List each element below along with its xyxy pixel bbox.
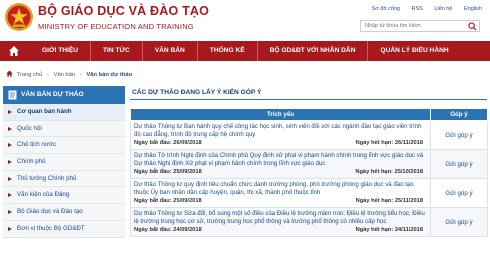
arrow-right-icon (8, 143, 12, 148)
breadcrumb-home[interactable]: Trang chủ (17, 72, 43, 78)
breadcrumb: Trang chủ › Văn bản › Văn bản dự thảo (6, 70, 132, 78)
section-title: CÁC DỰ THẢO ĐANG LẤY Ý KIẾN GÓP Ý (130, 86, 487, 100)
breadcrumb-van-ban[interactable]: Văn bản (54, 72, 76, 78)
sidebar-item-thu-tuong[interactable]: Thủ tướng Chính phủ (3, 170, 125, 188)
nav-item-thong-ke[interactable]: THỐNG KÊ (196, 41, 257, 61)
sidebar-item-label: Đơn vị thuộc Bộ GD&ĐT (17, 224, 85, 232)
contact-link[interactable]: Liên hệ (434, 6, 452, 12)
sidebar-item-chu-tich-nuoc[interactable]: Chủ tịch nước (3, 137, 125, 155)
sidebar-item-co-quan-ban-hanh[interactable]: Cơ quan ban hành (3, 104, 125, 121)
submit-comment-link[interactable]: Gửi góp ý (445, 219, 472, 226)
table-row: Dự thảo Thông tư quy định tiêu chuẩn chứ… (130, 178, 488, 208)
nav-item-tin-tuc[interactable]: TIN TỨC (90, 41, 142, 61)
sidebar: VĂN BẢN DỰ THẢO Cơ quan ban hành Quốc hộ… (3, 86, 125, 254)
arrow-right-icon (8, 226, 12, 231)
main-content: CÁC DỰ THẢO ĐANG LẤY Ý KIẾN GÓP Ý Trích … (130, 86, 488, 254)
end-date: Ngày hết hạn: 24/11/2018 (355, 227, 423, 233)
sidebar-item-label: Cơ quan ban hành (17, 108, 72, 115)
sidebar-item-label: Văn kiện của Đảng (17, 191, 70, 199)
nav-item-quan-ly-dieu-hanh[interactable]: QUẢN LÝ ĐIỀU HÀNH (367, 41, 460, 61)
table-row: Dự thảo Thông tư Ban hành quy chế công t… (130, 120, 488, 150)
nav-item-van-ban[interactable]: VĂN BẢN (141, 41, 197, 61)
draft-summary-link[interactable]: Dự thảo Thông tư Sửa đổi, bổ sung một số… (134, 210, 427, 226)
site-title[interactable]: BỘ GIÁO DỤC VÀ ĐÀO TẠO (38, 4, 209, 18)
site-subtitle: MINISTRY OF EDUCATION AND TRAINING (38, 22, 194, 31)
sidebar-header: VĂN BẢN DỰ THẢO (3, 86, 125, 104)
arrow-right-icon (8, 110, 12, 114)
breadcrumb-current[interactable]: Văn bản dự thảo (86, 72, 132, 78)
breadcrumb-home-icon[interactable] (6, 70, 13, 77)
draft-dates: Ngày bắt đầu: 25/09/2018 Ngày hết hạn: 2… (134, 197, 427, 205)
nav-item-voi-nhan-dan[interactable]: BỘ GD&ĐT VỚI NHÂN DÂN (256, 41, 368, 61)
sidebar-item-label: Chủ tịch nước (17, 141, 57, 149)
submit-comment-link[interactable]: Gửi góp ý (445, 161, 472, 168)
search-icon[interactable] (468, 22, 477, 31)
sidebar-title: VĂN BẢN DỰ THẢO (21, 91, 84, 98)
sitemap-link[interactable]: Sơ đồ cổng (372, 6, 400, 12)
submit-comment-link[interactable]: Gửi góp ý (445, 190, 472, 197)
sidebar-item-label: Bộ Giáo dục và Đào tạo (17, 208, 83, 216)
arrow-right-icon (8, 160, 12, 165)
search-box (360, 20, 480, 32)
draft-summary-link[interactable]: Dự thảo Thông tư Ban hành quy chế công t… (134, 123, 427, 139)
column-header-summary: Trích yếu (130, 108, 431, 121)
sidebar-item-van-kien-dang[interactable]: Văn kiện của Đảng (3, 187, 125, 205)
rss-link[interactable]: RSS (412, 6, 423, 12)
english-link[interactable]: English (464, 6, 482, 12)
drafts-table: Trích yếu Góp ý Dự thảo Thông tư Ban hàn… (130, 108, 488, 237)
start-date: Ngày bắt đầu: 26/09/2018 (134, 140, 202, 146)
table-row: Dự thảo Thông tư Sửa đổi, bổ sung một số… (130, 207, 488, 237)
sidebar-item-label: Quốc hội (17, 124, 42, 132)
start-date: Ngày bắt đầu: 24/09/2018 (134, 227, 202, 233)
start-date: Ngày bắt đầu: 25/09/2018 (134, 198, 202, 204)
draft-summary-link[interactable]: Dự thảo Tờ trình Nghị định của Chính phủ… (134, 152, 427, 168)
arrow-right-icon (8, 210, 12, 215)
table-row: Dự thảo Tờ trình Nghị định của Chính phủ… (130, 149, 488, 179)
sidebar-item-quoc-hoi[interactable]: Quốc hội (3, 120, 125, 138)
draft-summary-link[interactable]: Dự thảo Thông tư quy định tiêu chuẩn chứ… (134, 181, 427, 197)
draft-dates: Ngày bắt đầu: 25/09/2018 Ngày hết hạn: 2… (134, 168, 427, 176)
end-date: Ngày hết hạn: 26/11/2018 (355, 140, 423, 146)
document-icon (8, 90, 17, 100)
draft-dates: Ngày bắt đầu: 26/09/2018 Ngày hết hạn: 2… (134, 139, 427, 147)
search-input[interactable] (361, 21, 465, 31)
national-emblem-icon[interactable] (4, 2, 34, 32)
breadcrumb-separator: › (79, 72, 82, 78)
main-nav: GIỚI THIỆU TIN TỨC VĂN BẢN THỐNG KÊ BỘ G… (0, 41, 490, 61)
arrow-right-icon (8, 126, 12, 131)
arrow-right-icon (8, 176, 12, 181)
draft-dates: Ngày bắt đầu: 24/09/2018 Ngày hết hạn: 2… (134, 226, 427, 234)
sidebar-item-label: Thủ tướng Chính phủ (17, 174, 77, 182)
table-header-row: Trích yếu Góp ý (130, 108, 488, 121)
sidebar-item-chinh-phu[interactable]: Chính phủ (3, 154, 125, 171)
sidebar-item-don-vi-thuoc-bo[interactable]: Đơn vị thuộc Bộ GD&ĐT (3, 220, 125, 238)
submit-comment-link[interactable]: Gửi góp ý (445, 132, 472, 139)
nav-item-gioi-thieu[interactable]: GIỚI THIỆU (30, 41, 90, 61)
sidebar-item-label: Chính phủ (17, 158, 46, 166)
end-date: Ngày hết hạn: 25/10/2018 (355, 169, 423, 175)
sidebar-item-bo-gddt[interactable]: Bộ Giáo dục và Đào tạo (3, 204, 125, 221)
column-header-comment: Góp ý (430, 108, 488, 121)
breadcrumb-separator: › (47, 72, 49, 78)
top-links: Sơ đồ cổng RSS Liên hệ English (362, 6, 482, 12)
home-icon[interactable] (8, 45, 20, 57)
start-date: Ngày bắt đầu: 25/09/2018 (134, 169, 202, 175)
arrow-right-icon (8, 193, 12, 198)
end-date: Ngày hết hạn: 25/11/2018 (355, 198, 423, 204)
site-header: BỘ GIÁO DỤC VÀ ĐÀO TẠO MINISTRY OF EDUCA… (0, 0, 490, 40)
